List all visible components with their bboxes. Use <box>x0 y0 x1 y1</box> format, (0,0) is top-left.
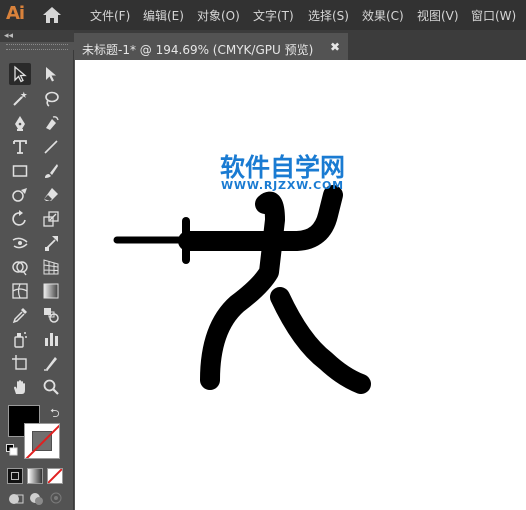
shape-builder-tool-icon[interactable] <box>9 256 31 278</box>
line-segment-tool-icon[interactable] <box>40 136 62 158</box>
document-tab-bar: 未标题-1* @ 194.69% (CMYK/GPU 预览) ✖ <box>74 30 526 60</box>
zoom-tool-icon[interactable] <box>40 376 62 398</box>
gradient-mode-button[interactable] <box>27 468 43 484</box>
rotate-tool-icon[interactable] <box>9 208 31 230</box>
menu-file[interactable]: 文件(F) <box>90 7 130 24</box>
menu-window[interactable]: 窗口(W) <box>471 7 516 24</box>
paintbrush-tool-icon[interactable] <box>40 160 62 182</box>
draw-normal-icon[interactable] <box>7 490 25 506</box>
gradient-tool-icon[interactable] <box>40 280 62 302</box>
draw-inside-icon[interactable] <box>47 490 65 506</box>
none-slash-icon <box>25 424 59 458</box>
pen-tool-icon[interactable] <box>9 112 31 134</box>
eyedropper-tool-icon[interactable] <box>9 304 31 326</box>
width-tool-icon[interactable] <box>9 232 31 254</box>
menu-type[interactable]: 文字(T) <box>253 7 294 24</box>
none-mode-button[interactable] <box>47 468 63 484</box>
app-logo[interactable]: Ai <box>6 3 25 24</box>
menu-edit[interactable]: 编辑(E) <box>143 7 184 24</box>
swap-fill-stroke-icon[interactable]: ⮌ <box>50 404 60 425</box>
curvature-tool-icon[interactable] <box>40 112 62 134</box>
column-graph-tool-icon[interactable] <box>40 328 62 350</box>
draw-behind-icon[interactable] <box>27 490 45 506</box>
rectangle-tool-icon[interactable] <box>9 160 31 182</box>
perspective-grid-tool-icon[interactable] <box>40 256 62 278</box>
mesh-tool-icon[interactable] <box>9 280 31 302</box>
magic-wand-tool-icon[interactable] <box>9 88 31 110</box>
lasso-tool-icon[interactable] <box>40 88 62 110</box>
free-transform-tool-icon[interactable] <box>40 232 62 254</box>
type-tool-icon[interactable] <box>9 136 31 158</box>
fencer-body-front-leg <box>200 191 285 390</box>
color-mode-button[interactable] <box>7 468 23 484</box>
stroke-color-swatch[interactable] <box>24 423 60 459</box>
document-tab-title: 未标题-1* @ 194.69% (CMYK/GPU 预览) <box>82 43 314 57</box>
fencer-back-leg <box>270 287 371 394</box>
collapse-panel-icon[interactable]: ◂◂ <box>4 30 13 42</box>
artboard-canvas[interactable]: 软件自学网 WWW.RJZXW.COM <box>75 60 526 510</box>
fencer-artwork[interactable] <box>75 60 526 510</box>
shaper-tool-icon[interactable] <box>9 184 31 206</box>
default-colors-icon[interactable] <box>6 444 18 456</box>
close-icon[interactable]: ✖ <box>330 40 340 54</box>
artboard-tool-icon[interactable] <box>9 352 31 374</box>
blend-tool-icon[interactable] <box>40 304 62 326</box>
eraser-tool-icon[interactable] <box>40 184 62 206</box>
menu-bar: Ai 文件(F) 编辑(E) 对象(O) 文字(T) 选择(S) 效果(C) 视… <box>0 0 526 30</box>
slice-tool-icon[interactable] <box>40 352 62 374</box>
watermark-url: WWW.RJZXW.COM <box>221 179 344 192</box>
symbol-sprayer-tool-icon[interactable] <box>9 328 31 350</box>
menu-object[interactable]: 对象(O) <box>197 7 240 24</box>
scale-tool-icon[interactable] <box>40 208 62 230</box>
menu-select[interactable]: 选择(S) <box>308 7 349 24</box>
menu-view[interactable]: 视图(V) <box>417 7 459 24</box>
direct-selection-tool-icon[interactable] <box>40 63 62 85</box>
selection-tool-icon[interactable] <box>9 63 31 85</box>
hand-tool-icon[interactable] <box>9 376 31 398</box>
document-tab[interactable]: 未标题-1* @ 194.69% (CMYK/GPU 预览) ✖ <box>74 33 348 60</box>
menu-effect[interactable]: 效果(C) <box>362 7 404 24</box>
home-icon[interactable] <box>42 6 62 24</box>
